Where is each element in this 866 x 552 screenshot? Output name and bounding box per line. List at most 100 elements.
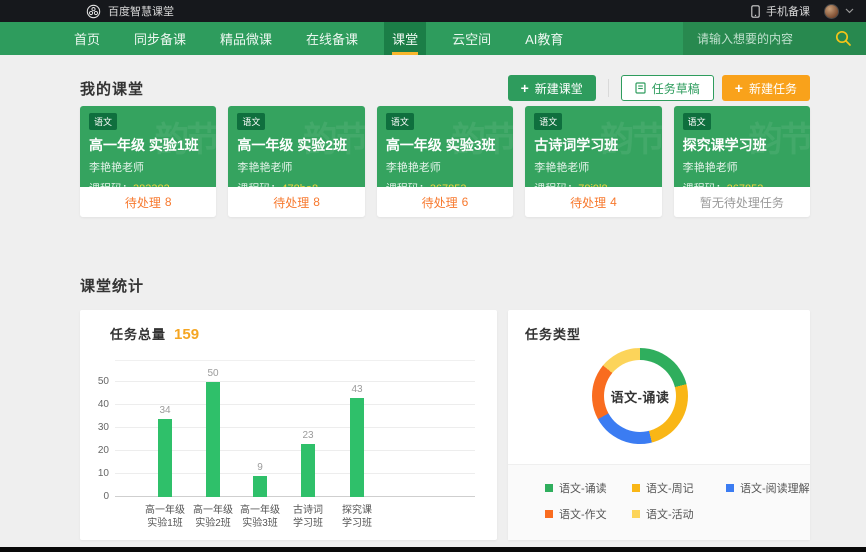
subject-badge: 语文 bbox=[534, 113, 562, 130]
search-box[interactable] bbox=[683, 22, 866, 55]
legend-label: 语文-阅读理解 bbox=[740, 480, 810, 496]
course-code-label: 课程码： bbox=[534, 183, 578, 187]
legend-label: 语文-周记 bbox=[646, 480, 694, 496]
class-name: 古诗词学习班 bbox=[534, 135, 652, 155]
bar-value-label: 43 bbox=[337, 384, 377, 395]
donut-chart: 语文-诵读 bbox=[592, 348, 688, 444]
user-avatar[interactable] bbox=[824, 4, 839, 19]
bar bbox=[158, 419, 172, 497]
document-icon bbox=[635, 82, 646, 94]
search-icon[interactable] bbox=[835, 30, 852, 47]
pending-count: 4 bbox=[610, 195, 617, 209]
subject-badge: 语文 bbox=[89, 113, 117, 130]
category-line-2: 学习班 bbox=[325, 517, 389, 530]
topbar: 百度智慧课堂 手机备课 bbox=[0, 0, 866, 22]
class-name: 高一年级 实验3班 bbox=[386, 135, 504, 155]
nav-items: 首页同步备课精品微课在线备课课堂云空间 AI教育 bbox=[57, 22, 580, 55]
pending-status[interactable]: 待处理 6 bbox=[377, 187, 513, 217]
class-card[interactable]: 语文高一年级 实验3班李艳艳老师课程码：367853 待处理 6 bbox=[377, 106, 513, 217]
course-code: 课程码：78j9l8 bbox=[534, 180, 652, 187]
pending-label: 待处理 bbox=[570, 194, 606, 211]
legend-swatch bbox=[545, 510, 553, 518]
class-card-header: 语文古诗词学习班李艳艳老师课程码：78j9l8 bbox=[525, 106, 661, 187]
class-card[interactable]: 语文高一年级 实验1班李艳艳老师课程码：383383 待处理 8 bbox=[80, 106, 216, 217]
class-name: 高一年级 实验1班 bbox=[89, 135, 207, 155]
chevron-down-icon[interactable] bbox=[845, 8, 854, 14]
bar bbox=[253, 476, 267, 497]
bar bbox=[206, 382, 220, 497]
legend-swatch bbox=[726, 484, 734, 492]
bar-category-label: 探究课学习班 bbox=[325, 504, 389, 530]
course-code-value: 383383 bbox=[133, 183, 170, 187]
new-task-button[interactable]: + 新建任务 bbox=[722, 75, 810, 101]
divider bbox=[608, 79, 609, 97]
y-axis-tick: 20 bbox=[85, 445, 109, 456]
y-axis-tick: 40 bbox=[85, 399, 109, 410]
task-draft-label: 任务草稿 bbox=[652, 80, 700, 97]
class-card-header: 语文探究课学习班李艳艳老师课程码：267853 bbox=[674, 106, 810, 187]
plus-icon: + bbox=[735, 81, 743, 95]
legend-row: 语文-作文 语文-活动 bbox=[545, 506, 810, 522]
legend-item: 语文-诵读 bbox=[545, 480, 632, 496]
course-code-label: 课程码： bbox=[89, 183, 133, 187]
course-code-value: 367853 bbox=[430, 183, 467, 187]
bar-value-label: 34 bbox=[145, 405, 185, 416]
legend-row: 语文-诵读 语文-周记 语文-阅读理解 bbox=[545, 480, 810, 496]
bar-value-label: 50 bbox=[193, 368, 233, 379]
task-type-card: 任务类型 语文-诵读 语文-诵读语文-周记语文-阅读理解语文-作文语文-活动 bbox=[508, 310, 810, 540]
task-total-card: 任务总量 159 34高一年级实验1班50高一年级实验2班9高一年级实验3班23… bbox=[80, 310, 497, 540]
course-code-label: 课程码： bbox=[386, 183, 430, 187]
pending-status[interactable]: 待处理 8 bbox=[80, 187, 216, 217]
category-line-1: 探究课 bbox=[325, 504, 389, 517]
no-pending-label: 暂无待处理任务 bbox=[700, 194, 784, 211]
bar-chart-title: 任务总量 bbox=[110, 324, 166, 343]
course-code-value: 267853 bbox=[727, 183, 764, 187]
gridline bbox=[115, 381, 475, 382]
class-card[interactable]: 语文高一年级 实验2班李艳艳老师课程码：478ha8待处理8 bbox=[228, 106, 364, 217]
new-task-label: 新建任务 bbox=[749, 80, 797, 97]
new-class-button[interactable]: + 新建课堂 bbox=[508, 75, 596, 101]
teacher-name: 李艳艳老师 bbox=[683, 159, 801, 175]
pending-count: 6 bbox=[462, 195, 469, 209]
legend-label: 语文-诵读 bbox=[559, 480, 607, 496]
nav-item-ai-edu[interactable]: AI教育 bbox=[517, 22, 571, 55]
class-card[interactable]: 语文古诗词学习班李艳艳老师课程码：78j9l8待处理4 bbox=[525, 106, 661, 217]
course-code-value: 78j9l8 bbox=[578, 183, 607, 187]
legend-label: 语文-作文 bbox=[559, 506, 607, 522]
class-card-header: 语文高一年级 实验1班李艳艳老师课程码：383383 bbox=[80, 106, 216, 187]
app-title: 百度智慧课堂 bbox=[108, 3, 174, 19]
pending-count: 8 bbox=[165, 195, 172, 209]
nav-item-classroom[interactable]: 课堂 bbox=[384, 22, 426, 55]
pending-count: 8 bbox=[313, 195, 320, 209]
main-nav: 首页同步备课精品微课在线备课课堂云空间 AI教育 bbox=[0, 22, 866, 55]
nav-item-sync-prep[interactable]: 同步备课 bbox=[126, 22, 194, 55]
class-card-header: 语文高一年级 实验3班李艳艳老师课程码：367853 bbox=[377, 106, 513, 187]
nav-item-micro-course[interactable]: 精品微课 bbox=[212, 22, 280, 55]
nav-item-online-prep[interactable]: 在线备课 bbox=[298, 22, 366, 55]
pending-status[interactable]: 暂无待处理任务 bbox=[674, 187, 810, 217]
bar-chart-area: 34高一年级实验1班50高一年级实验2班9高一年级实验3班23古诗词学习班43探… bbox=[85, 360, 485, 530]
nav-item-home[interactable]: 首页 bbox=[66, 22, 108, 55]
legend-item: 语文-活动 bbox=[632, 506, 726, 522]
nav-item-cloud-space[interactable]: 云空间 bbox=[444, 22, 499, 55]
y-axis-tick: 50 bbox=[85, 376, 109, 387]
stats-title: 课堂统计 bbox=[80, 275, 144, 296]
teacher-name: 李艳艳老师 bbox=[89, 159, 207, 175]
class-name: 探究课学习班 bbox=[683, 135, 801, 155]
mobile-prep-link[interactable]: 手机备课 bbox=[766, 3, 810, 19]
search-input[interactable] bbox=[697, 32, 835, 46]
task-draft-button[interactable]: 任务草稿 bbox=[621, 75, 714, 101]
donut-hole: 语文-诵读 bbox=[604, 360, 676, 432]
pending-label: 待处理 bbox=[422, 194, 458, 211]
class-cards-row: 语文高一年级 实验1班李艳艳老师课程码：383383待处理8语文高一年级 实验2… bbox=[80, 106, 810, 217]
pending-label: 待处理 bbox=[125, 194, 161, 211]
legend-item: 语文-作文 bbox=[545, 506, 632, 522]
legend-swatch bbox=[632, 484, 640, 492]
class-card[interactable]: 语文探究课学习班李艳艳老师课程码：267853暂无待处理任务 bbox=[674, 106, 810, 217]
pending-status[interactable]: 待处理 4 bbox=[525, 187, 661, 217]
course-code: 课程码：367853 bbox=[386, 180, 504, 187]
phone-icon bbox=[751, 5, 760, 18]
subject-badge: 语文 bbox=[237, 113, 265, 130]
new-class-label: 新建课堂 bbox=[535, 80, 583, 97]
pending-status[interactable]: 待处理8 bbox=[228, 187, 364, 217]
